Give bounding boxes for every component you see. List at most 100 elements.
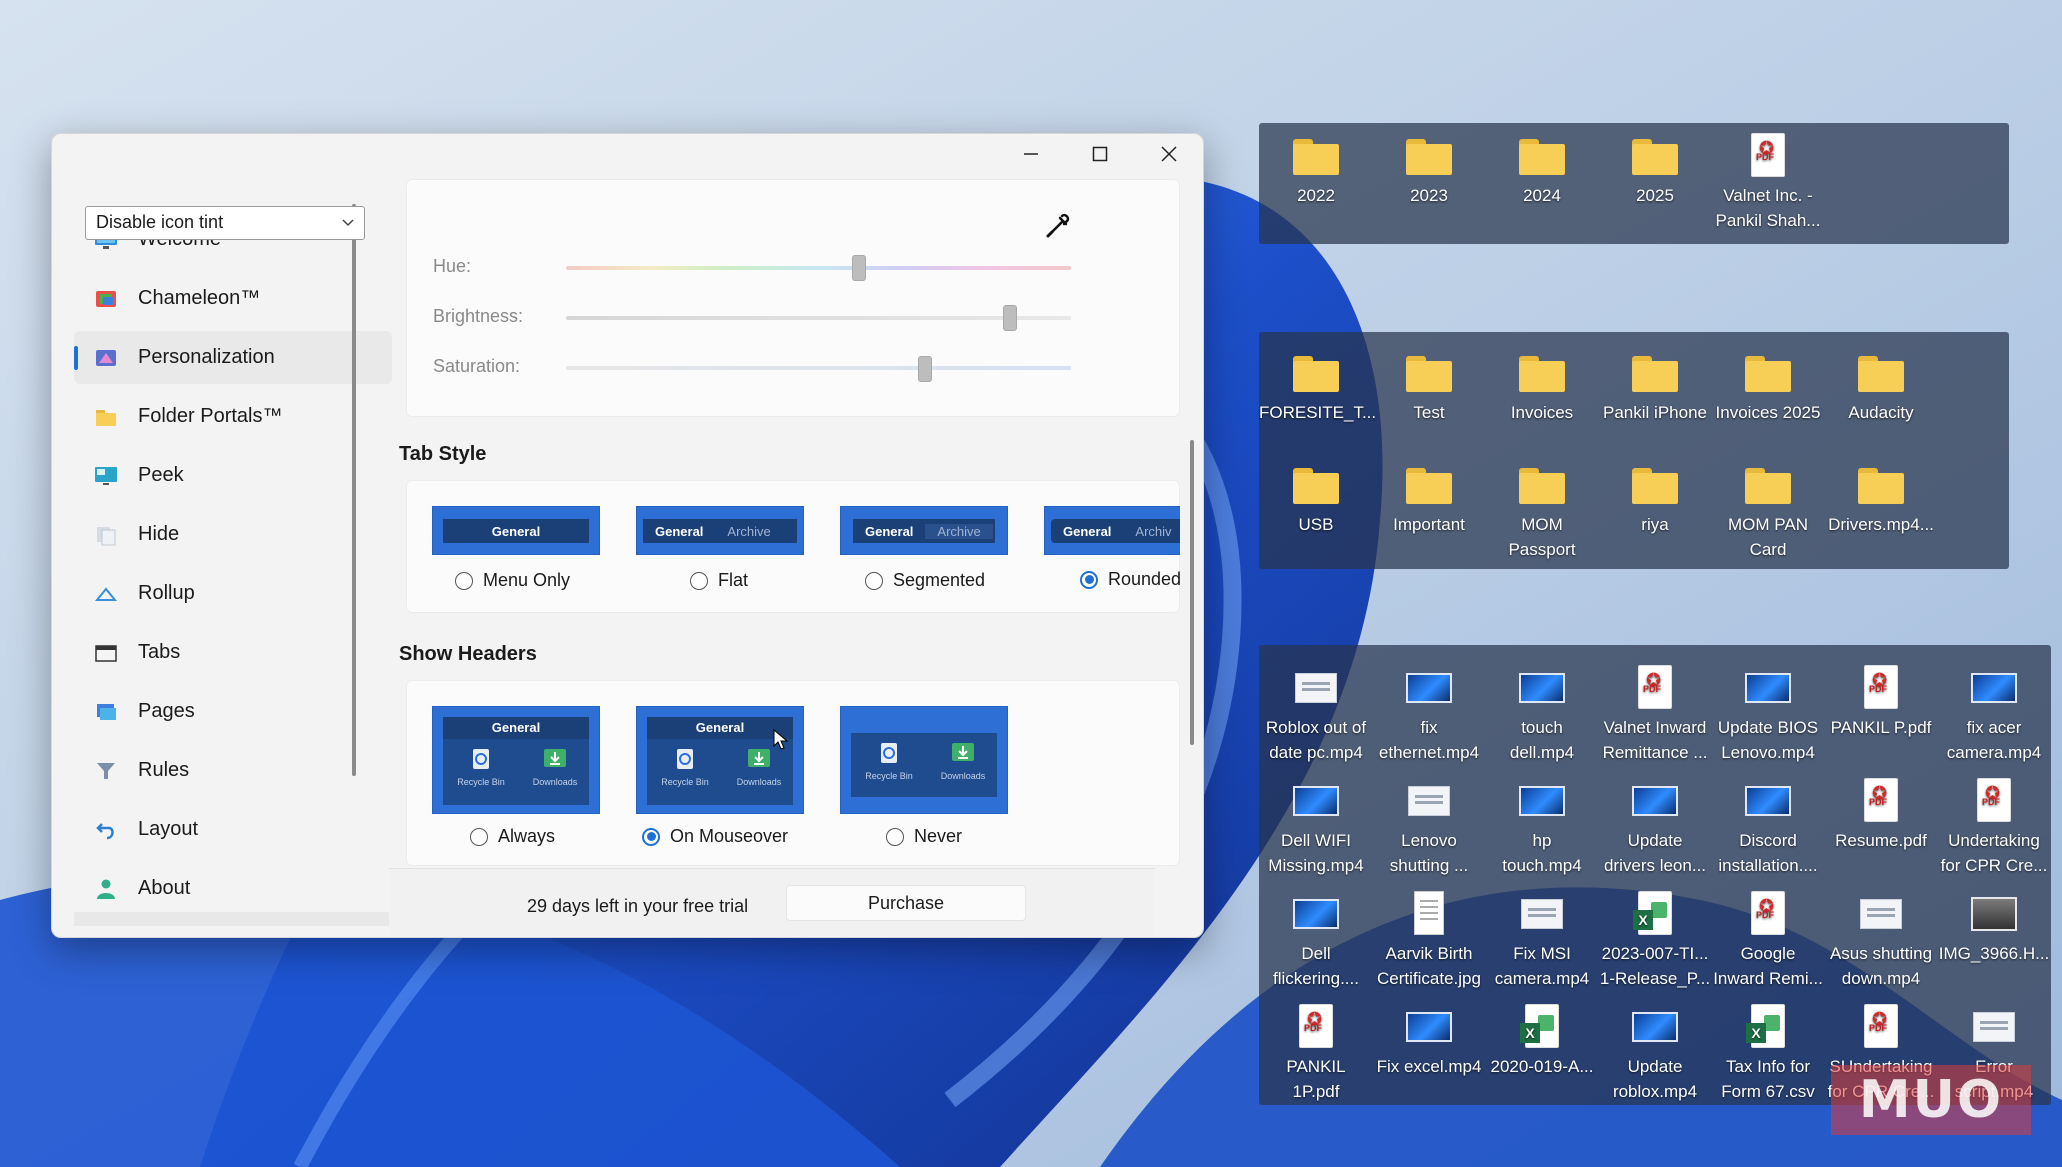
radio-button[interactable] bbox=[886, 827, 904, 846]
radio-tab-menu-only[interactable]: Menu Only bbox=[455, 570, 570, 591]
radio-headers-always[interactable]: Always bbox=[470, 826, 555, 847]
tab-preview-rounded[interactable]: General Archiv bbox=[1044, 506, 1180, 555]
sidebar-item-peek[interactable]: Peek bbox=[74, 449, 392, 502]
hue-slider-thumb[interactable] bbox=[851, 255, 866, 281]
excel-file-icon: X bbox=[1633, 891, 1672, 935]
desktop-icon-folder[interactable]: USB bbox=[1259, 462, 1373, 537]
sidebar-item-about[interactable]: About bbox=[74, 862, 392, 915]
desktop-icon-folder[interactable]: MOM Passport bbox=[1485, 462, 1599, 562]
icon-tint-dropdown[interactable]: Disable icon tint bbox=[85, 206, 365, 240]
desktop-icon-pdf[interactable]: ✪ PDF Valnet Inward Remittance ... bbox=[1598, 665, 1712, 765]
sidebar-item-rollup[interactable]: Rollup bbox=[74, 567, 392, 620]
sidebar-item-folder-portals[interactable]: Folder Portals™ bbox=[74, 390, 392, 443]
desktop-icon-video[interactable]: Fix excel.mp4 bbox=[1372, 1004, 1486, 1079]
desktop-icon-folder[interactable]: Invoices bbox=[1485, 350, 1599, 425]
saturation-slider-track[interactable] bbox=[566, 366, 1071, 370]
brightness-slider-track[interactable] bbox=[566, 316, 1071, 320]
sidebar-item-rules[interactable]: Rules bbox=[74, 744, 392, 797]
desktop-icon-video[interactable]: hp touch.mp4 bbox=[1485, 778, 1599, 878]
header-preview-never[interactable]: Recycle Bin Downloads bbox=[840, 706, 1008, 814]
fence-top[interactable]: 2022 2023 2024 2025 ✪ PDF Valnet Inc. - Pankil… bbox=[1259, 123, 2009, 244]
desktop-icon-label: Update drivers leon... bbox=[1603, 831, 1707, 875]
desktop-icon-folder[interactable]: riya bbox=[1598, 462, 1712, 537]
desktop-icon-pdf[interactable]: ✪ PDF PANKIL P.pdf bbox=[1824, 665, 1938, 740]
desktop-icon-folder[interactable]: 2022 bbox=[1259, 133, 1373, 208]
desktop-icon-video[interactable]: Discord installation.... bbox=[1711, 778, 1825, 878]
saturation-slider-thumb[interactable] bbox=[917, 356, 932, 382]
desktop-icon-folder[interactable]: Drivers.mp4... bbox=[1824, 462, 1938, 537]
desktop-icon-video[interactable]: Dell flickering.... bbox=[1259, 891, 1373, 991]
minimize-button[interactable] bbox=[996, 134, 1065, 174]
desktop-icon-pdf[interactable]: ✪ PDF Undertaking for CPR Cre... bbox=[1937, 778, 2051, 878]
desktop-icon-label: fix ethernet.mp4 bbox=[1378, 718, 1480, 762]
radio-tab-rounded[interactable]: Rounded bbox=[1080, 569, 1181, 590]
desktop-icon-folder[interactable]: Invoices 2025 bbox=[1711, 350, 1825, 425]
desktop-icon-pdf[interactable]: ✪ PDF Valnet Inc. - Pankil Shah... bbox=[1711, 133, 1825, 233]
desktop-icon-folder[interactable]: Pankil iPhone bbox=[1598, 350, 1712, 425]
radio-headers-never[interactable]: Never bbox=[886, 826, 962, 847]
sidebar-item-pages[interactable]: Pages bbox=[74, 685, 392, 738]
radio-button[interactable] bbox=[690, 571, 708, 590]
desktop-icon-doc[interactable]: Asus shutting down.mp4 bbox=[1824, 891, 1938, 991]
desktop-icon-doc[interactable]: Roblox out of date pc.mp4 bbox=[1259, 665, 1373, 765]
tab-preview-segmented[interactable]: General Archive bbox=[840, 506, 1008, 555]
desktop-icon-video[interactable]: touch dell.mp4 bbox=[1485, 665, 1599, 765]
radio-button[interactable] bbox=[865, 571, 883, 590]
fence-bottom[interactable]: Roblox out of date pc.mp4 fix ethernet.mp… bbox=[1259, 645, 2051, 1105]
desktop-icon-folder[interactable]: 2025 bbox=[1598, 133, 1712, 208]
hue-slider-track[interactable] bbox=[566, 266, 1071, 270]
desktop-icon-pdf[interactable]: ✪ PDF PANKIL 1P.pdf bbox=[1259, 1004, 1373, 1104]
desktop-icon-photo[interactable]: IMG_3966.H... bbox=[1937, 891, 2051, 966]
radio-tab-segmented[interactable]: Segmented bbox=[865, 570, 985, 591]
content-scrollbar[interactable] bbox=[1190, 440, 1194, 745]
tab-preview-menu-only[interactable]: General bbox=[432, 506, 600, 555]
desktop-icon-folder[interactable]: 2024 bbox=[1485, 133, 1599, 208]
maximize-button[interactable] bbox=[1065, 134, 1134, 174]
purchase-button[interactable]: Purchase bbox=[786, 885, 1026, 921]
desktop-icon-doc[interactable]: Lenovo shutting ... bbox=[1372, 778, 1486, 878]
desktop-icon-label: 2023-007-TI... 1-Release_P... bbox=[1599, 944, 1711, 988]
desktop-icon-video[interactable]: fix acer camera.mp4 bbox=[1937, 665, 2051, 765]
radio-tab-flat[interactable]: Flat bbox=[690, 570, 748, 591]
desktop-icon-jpg[interactable]: Aarvik Birth Certificate.jpg bbox=[1372, 891, 1486, 991]
desktop-icon-pdf[interactable]: ✪ PDF Resume.pdf bbox=[1824, 778, 1938, 853]
desktop-icon-label: Valnet Inc. - Pankil Shah... bbox=[1715, 186, 1821, 230]
desktop-icon-video[interactable]: Update BIOS Lenovo.mp4 bbox=[1711, 665, 1825, 765]
brightness-slider-thumb[interactable] bbox=[1003, 305, 1018, 331]
radio-button[interactable] bbox=[642, 827, 660, 846]
desktop-icon-folder[interactable]: MOM PAN Card bbox=[1711, 462, 1825, 562]
desktop-icon-folder[interactable]: Audacity bbox=[1824, 350, 1938, 425]
radio-button[interactable] bbox=[1080, 570, 1098, 589]
sidebar-scrollbar[interactable] bbox=[352, 204, 356, 776]
close-button[interactable] bbox=[1134, 134, 1203, 174]
sidebar-item-personalization[interactable]: Personalization bbox=[74, 331, 392, 384]
desktop-icon-excel[interactable]: X Tax Info for Form 67.csv bbox=[1711, 1004, 1825, 1104]
desktop-icon-folder[interactable]: Important bbox=[1372, 462, 1486, 537]
radio-headers-on-mouseover[interactable]: On Mouseover bbox=[642, 826, 788, 847]
desktop-icon-video[interactable]: Dell WIFI Missing.mp4 bbox=[1259, 778, 1373, 878]
radio-button[interactable] bbox=[455, 571, 473, 590]
header-preview-on-mouseover[interactable]: General Recycle Bin Downloads bbox=[636, 706, 804, 814]
sidebar-item-layout[interactable]: Layout bbox=[74, 803, 392, 856]
header-preview-always[interactable]: General Recycle Bin Downloads bbox=[432, 706, 600, 814]
desktop-icon-video[interactable]: Update roblox.mp4 bbox=[1598, 1004, 1712, 1104]
desktop-icon-doc[interactable]: Fix MSI camera.mp4 bbox=[1485, 891, 1599, 991]
desktop-icon-pdf[interactable]: ✪ PDF Google Inward Remi... bbox=[1711, 891, 1825, 991]
desktop-icon-folder[interactable]: Test bbox=[1372, 350, 1486, 425]
desktop-icon-folder[interactable]: 2023 bbox=[1372, 133, 1486, 208]
eyedropper-icon[interactable] bbox=[1044, 210, 1074, 240]
desktop-icon-excel[interactable]: X 2023-007-TI... 1-Release_P... bbox=[1598, 891, 1712, 991]
tab-preview-flat[interactable]: General Archive bbox=[636, 506, 804, 555]
downloads-caption: Downloads bbox=[940, 771, 986, 781]
desktop-icon-label: Lenovo shutting ... bbox=[1389, 831, 1469, 875]
desktop-icon-excel[interactable]: X 2020-019-A... bbox=[1485, 1004, 1599, 1079]
desktop-icon-video[interactable]: fix ethernet.mp4 bbox=[1372, 665, 1486, 765]
sidebar-item-tabs[interactable]: Tabs bbox=[74, 626, 392, 679]
sidebar-item-label: Pages bbox=[138, 700, 195, 722]
fence-middle[interactable]: FORESITE_T... Test Invoices Pankil iPhone In… bbox=[1259, 332, 2009, 569]
radio-button[interactable] bbox=[470, 827, 488, 846]
sidebar-item-chameleon[interactable]: Chameleon™ bbox=[74, 272, 392, 325]
desktop-icon-folder[interactable]: FORESITE_T... bbox=[1259, 350, 1376, 425]
sidebar-item-hide[interactable]: Hide bbox=[74, 508, 392, 561]
desktop-icon-video[interactable]: Update drivers leon... bbox=[1598, 778, 1712, 878]
